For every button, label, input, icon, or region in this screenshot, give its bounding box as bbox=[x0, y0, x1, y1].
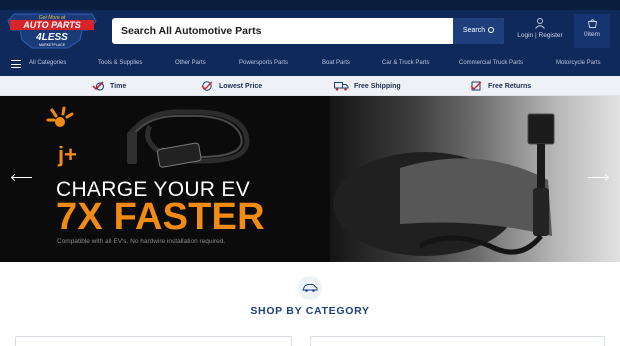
nav-commercial-truck-parts[interactable]: Commercial Truck Parts bbox=[459, 60, 523, 66]
feature-label: Free Shipping bbox=[354, 82, 401, 90]
dollar-tag-icon bbox=[201, 81, 213, 91]
hamburger-icon[interactable] bbox=[11, 60, 21, 68]
feature-free-shipping: Free Shipping bbox=[334, 81, 401, 91]
arrow-right-icon[interactable] bbox=[588, 177, 608, 178]
truck-icon bbox=[334, 82, 349, 91]
nav-motorcycle-parts[interactable]: Motorcycle Parts bbox=[556, 60, 601, 66]
logo-graphic: Get More at AUTO PARTS 4LESS MARKETPLACE bbox=[7, 13, 97, 49]
search-input[interactable]: Search All Automotive Parts bbox=[112, 18, 453, 44]
category-card[interactable] bbox=[15, 336, 292, 346]
feature-label: Lowest Price bbox=[219, 82, 263, 90]
search-button-label: Search bbox=[462, 27, 486, 34]
hero-brand: j+ bbox=[57, 142, 77, 167]
cart-count: 0item bbox=[584, 31, 600, 38]
feature-time: Time bbox=[92, 81, 126, 91]
hero-subtitle: Compatible with all EV's. No hardwire in… bbox=[57, 238, 226, 245]
charger-cable-graphic: j+ bbox=[46, 106, 250, 168]
site-header: Get More at AUTO PARTS 4LESS MARKETPLACE… bbox=[0, 10, 620, 52]
section-title: SHOP BY CATEGORY bbox=[250, 305, 370, 317]
category-card[interactable] bbox=[310, 336, 605, 346]
logo-line3: MARKETPLACE bbox=[39, 43, 66, 47]
hero-title-line2: 7X FASTER bbox=[56, 196, 265, 238]
user-icon bbox=[535, 18, 545, 29]
nav-other-parts[interactable]: Other Parts bbox=[175, 60, 206, 66]
cart-icon bbox=[587, 19, 597, 28]
ev-charger-photo bbox=[333, 113, 555, 256]
nav-car-truck-parts[interactable]: Car & Truck Parts bbox=[382, 60, 429, 66]
cart-button[interactable]: 0item bbox=[574, 14, 610, 48]
feature-strip: Time Lowest Price Free Shipping Free Ret… bbox=[0, 76, 620, 96]
car-icon bbox=[302, 284, 318, 292]
feature-lowest-price: Lowest Price bbox=[201, 81, 262, 91]
register-link[interactable]: Register bbox=[539, 32, 563, 39]
nav-boat-parts[interactable]: Boat Parts bbox=[322, 60, 350, 66]
feature-label: Free Returns bbox=[488, 82, 532, 90]
search-bar: Search All Automotive Parts Search bbox=[112, 18, 504, 44]
search-button[interactable]: Search bbox=[453, 18, 504, 44]
feature-label: Time bbox=[110, 82, 127, 90]
arrow-left-icon[interactable] bbox=[12, 177, 32, 178]
search-icon bbox=[488, 27, 495, 33]
nav-powersports-parts[interactable]: Powersports Parts bbox=[239, 60, 288, 66]
nav-tools-supplies[interactable]: Tools & Supplies bbox=[98, 60, 142, 66]
logo-line1: AUTO PARTS bbox=[22, 20, 81, 30]
site-logo[interactable]: Get More at AUTO PARTS 4LESS MARKETPLACE bbox=[6, 10, 98, 52]
login-link[interactable]: Login bbox=[517, 32, 533, 39]
logo-line2: 4LESS bbox=[35, 32, 68, 43]
check-clock-icon bbox=[92, 81, 104, 91]
category-section-icon bbox=[298, 276, 322, 300]
hero-banner[interactable]: j+ CHARGE YOUR EV 7X FASTER Compatible w… bbox=[0, 96, 620, 262]
hero-product-photo bbox=[330, 96, 620, 262]
account-separator: | bbox=[534, 32, 537, 39]
top-strip bbox=[0, 0, 620, 10]
account-links: Login | Register bbox=[512, 16, 568, 48]
feature-free-returns: Free Returns bbox=[470, 81, 531, 91]
return-icon bbox=[470, 81, 482, 91]
category-nav: All Categories Tools & Supplies Other Pa… bbox=[0, 52, 620, 76]
nav-all-categories[interactable]: All Categories bbox=[29, 60, 66, 66]
